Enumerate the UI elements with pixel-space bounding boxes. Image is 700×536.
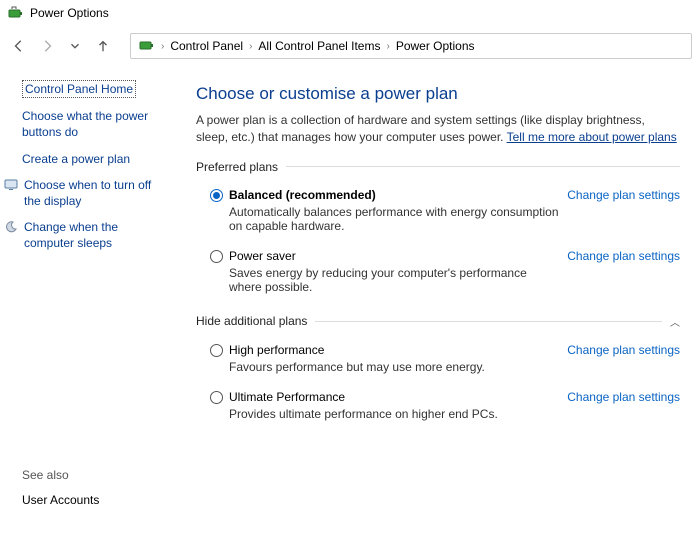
plan-title[interactable]: High performance: [229, 343, 559, 357]
radio-ultimate-performance[interactable]: [210, 391, 223, 404]
sidebar: Control Panel Home Choose what the power…: [0, 66, 176, 536]
navigation-bar: › Control Panel › All Control Panel Item…: [0, 26, 700, 66]
forward-button[interactable]: [36, 35, 58, 57]
breadcrumb-item[interactable]: Power Options: [396, 39, 475, 53]
plan-description: Provides ultimate performance on higher …: [229, 407, 559, 421]
section-title: Hide additional plans: [196, 314, 307, 328]
breadcrumb-item[interactable]: All Control Panel Items: [258, 39, 380, 53]
radio-high-performance[interactable]: [210, 344, 223, 357]
sidebar-link-power-buttons[interactable]: Choose what the power buttons do: [22, 108, 166, 140]
main-panel: Choose or customise a power plan A power…: [176, 66, 700, 536]
radio-power-saver[interactable]: [210, 250, 223, 263]
additional-plans-header[interactable]: Hide additional plans ︿: [196, 314, 680, 329]
window-titlebar: Power Options: [0, 0, 700, 26]
tell-me-more-link[interactable]: Tell me more about power plans: [507, 130, 677, 144]
chevron-right-icon[interactable]: ›: [161, 41, 164, 52]
content-area: Control Panel Home Choose what the power…: [0, 66, 700, 536]
plan-high-performance: High performance Favours performance but…: [196, 339, 680, 386]
control-panel-home-link[interactable]: Control Panel Home: [22, 80, 136, 98]
see-also-header: See also: [22, 468, 166, 482]
plan-title[interactable]: Balanced (recommended): [229, 188, 559, 202]
plan-description: Favours performance but may use more ene…: [229, 360, 559, 374]
window-title: Power Options: [30, 6, 109, 20]
section-title: Preferred plans: [196, 160, 278, 174]
power-options-icon: [139, 37, 155, 56]
see-also-user-accounts[interactable]: User Accounts: [22, 492, 166, 508]
power-options-icon: [8, 5, 24, 21]
sidebar-link-computer-sleeps[interactable]: Change when the computer sleeps: [24, 219, 166, 251]
preferred-plans-header: Preferred plans: [196, 160, 680, 174]
divider: [286, 166, 680, 167]
address-bar[interactable]: › Control Panel › All Control Panel Item…: [130, 33, 692, 59]
plan-balanced: Balanced (recommended) Automatically bal…: [196, 184, 680, 245]
sidebar-link-create-plan[interactable]: Create a power plan: [22, 151, 166, 167]
breadcrumb-item[interactable]: Control Panel: [170, 39, 243, 53]
chevron-right-icon[interactable]: ›: [386, 41, 389, 52]
plan-title[interactable]: Power saver: [229, 249, 559, 263]
divider: [315, 321, 662, 322]
change-plan-settings-link[interactable]: Change plan settings: [567, 249, 680, 263]
chevron-up-icon[interactable]: ︿: [670, 314, 680, 329]
radio-balanced[interactable]: [210, 189, 223, 202]
sleep-icon: [4, 220, 18, 234]
plan-power-saver: Power saver Saves energy by reducing you…: [196, 245, 680, 306]
page-description: A power plan is a collection of hardware…: [196, 112, 680, 146]
plan-description: Automatically balances performance with …: [229, 205, 559, 233]
plan-ultimate-performance: Ultimate Performance Provides ultimate p…: [196, 386, 680, 433]
change-plan-settings-link[interactable]: Change plan settings: [567, 188, 680, 202]
recent-dropdown[interactable]: [64, 35, 86, 57]
page-heading: Choose or customise a power plan: [196, 84, 680, 104]
see-also-section: See also User Accounts: [22, 468, 166, 526]
plan-description: Saves energy by reducing your computer's…: [229, 266, 559, 294]
change-plan-settings-link[interactable]: Change plan settings: [567, 343, 680, 357]
sidebar-link-turn-off-display[interactable]: Choose when to turn off the display: [24, 177, 166, 209]
up-button[interactable]: [92, 35, 114, 57]
plan-title[interactable]: Ultimate Performance: [229, 390, 559, 404]
display-off-icon: [4, 178, 18, 192]
back-button[interactable]: [8, 35, 30, 57]
chevron-right-icon[interactable]: ›: [249, 41, 252, 52]
change-plan-settings-link[interactable]: Change plan settings: [567, 390, 680, 404]
